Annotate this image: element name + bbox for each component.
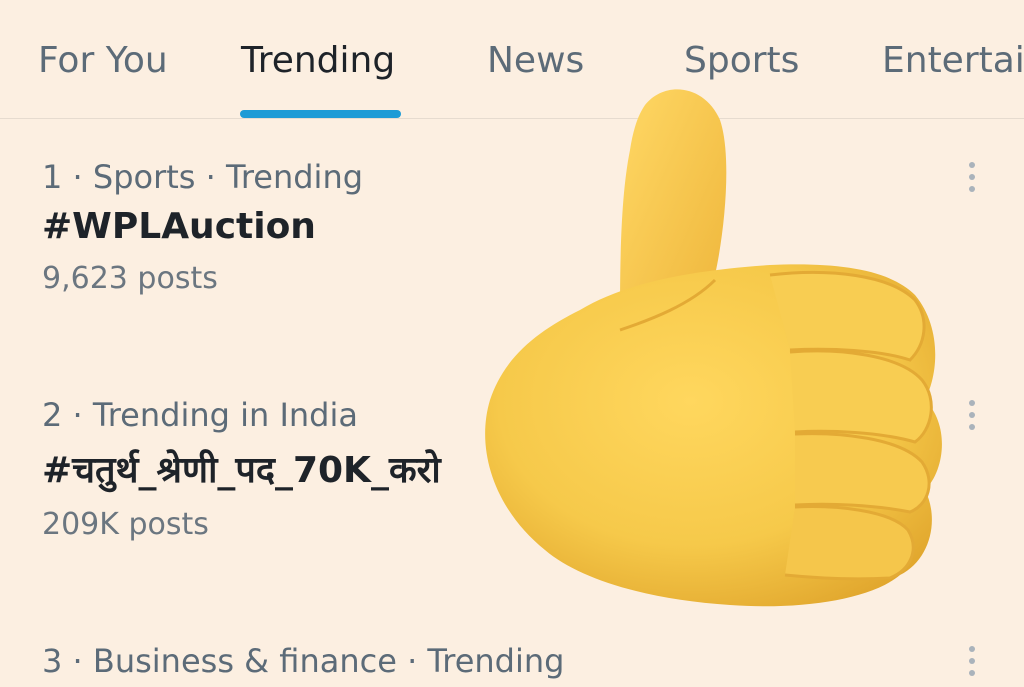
active-tab-indicator [240,110,401,118]
tab-trending[interactable]: Trending [241,40,395,81]
more-options-icon[interactable] [962,400,982,436]
thumbs-up-icon [485,89,942,607]
explore-page: For You Trending News Sports Entertai 1 … [0,0,1024,687]
trend-item-3[interactable]: 3 · Business & finance · Trending [42,642,942,680]
more-options-icon[interactable] [962,646,982,682]
trend-meta: 3 · Business & finance · Trending [42,642,565,680]
tab-entertainment[interactable]: Entertai [882,40,1024,81]
tab-for-you[interactable]: For You [38,40,168,81]
tab-news[interactable]: News [487,40,584,81]
tab-sports[interactable]: Sports [684,40,799,81]
more-options-icon[interactable] [962,162,982,198]
